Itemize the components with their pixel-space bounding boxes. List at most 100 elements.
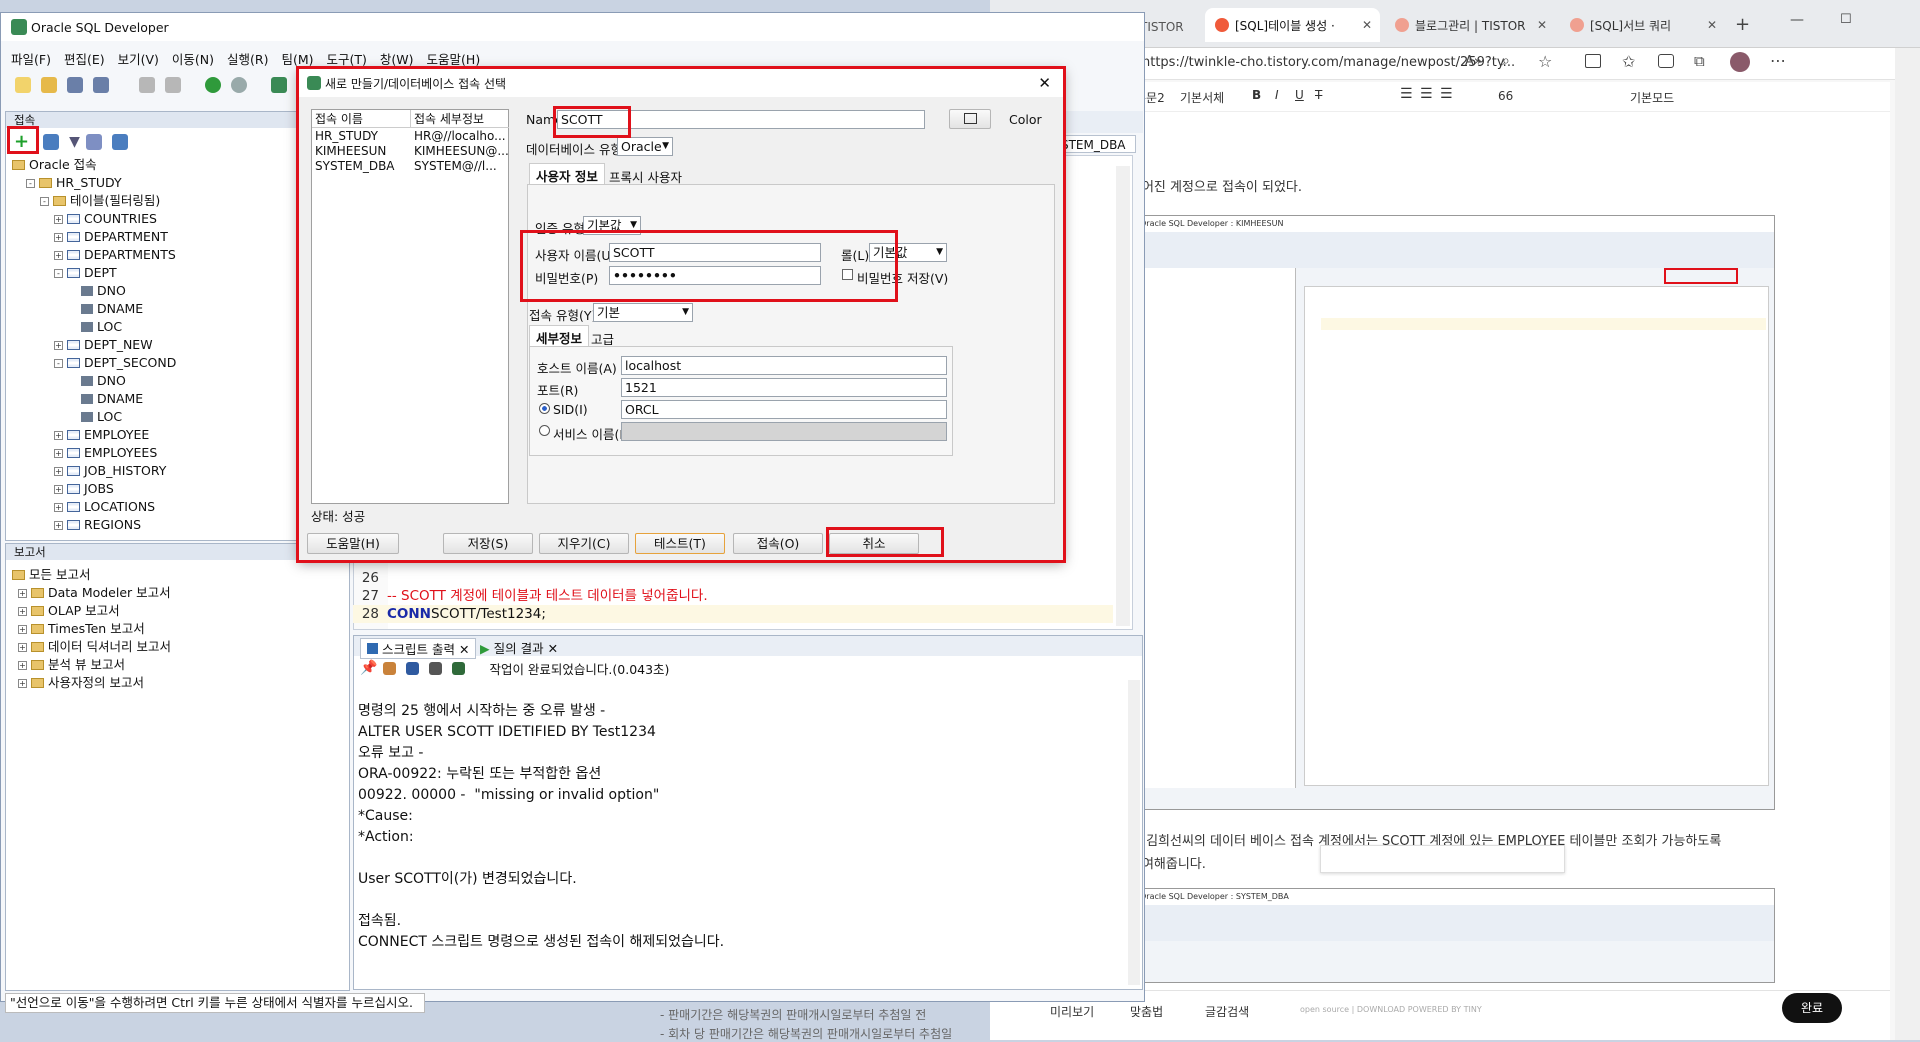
collections-icon[interactable] (1658, 54, 1674, 68)
menu-navigate[interactable]: 이동(N) (172, 49, 214, 68)
redo-icon[interactable] (165, 77, 181, 93)
font-family-select[interactable]: 기본서체 (1180, 89, 1224, 106)
report-node[interactable]: 모든 보고서 (12, 566, 347, 584)
underline-button[interactable]: U (1295, 88, 1304, 102)
favorites-icon[interactable]: ✩ (1622, 52, 1635, 71)
print-icon[interactable] (429, 661, 443, 675)
editor-scrollbar[interactable] (1116, 166, 1130, 626)
pin-icon[interactable]: 📌 (360, 660, 377, 676)
report-node[interactable]: + 데이터 딕셔너리 보고서 (12, 638, 347, 656)
expand-toggle-icon[interactable]: + (54, 232, 63, 242)
new-icon[interactable] (15, 77, 31, 93)
expand-toggle-icon[interactable]: + (54, 502, 63, 512)
output-scrollbar[interactable] (1128, 680, 1140, 985)
menu-edit[interactable]: 편집(E) (64, 49, 105, 68)
profile-avatar[interactable] (1730, 52, 1750, 72)
expand-toggle-icon[interactable]: + (54, 250, 63, 260)
export-icon[interactable] (452, 661, 466, 675)
expand-toggle-icon[interactable]: + (18, 642, 27, 652)
menu-run[interactable]: 실행(R) (227, 49, 268, 68)
maximize-icon[interactable]: ☐ (1840, 12, 1852, 27)
report-node[interactable]: + 분석 뷰 보고서 (12, 656, 347, 674)
filter-icon[interactable]: ▼ (69, 134, 80, 150)
tree-node-label: LOCATIONS (84, 499, 156, 514)
menu-window[interactable]: 창(W) (380, 49, 414, 68)
blog-text: 들어진 계정으로 접속이 되었다. (1130, 180, 1303, 195)
material-search-button[interactable]: 글감검색 (1205, 1003, 1249, 1020)
expand-toggle-icon[interactable]: + (18, 678, 27, 688)
read-aloud-icon[interactable]: A» (1465, 54, 1482, 69)
close-icon[interactable]: ✕ (1537, 18, 1547, 32)
expand-toggle-icon[interactable]: + (18, 624, 27, 634)
quote-button[interactable]: 66 (1498, 89, 1513, 103)
align-icon[interactable]: ☰ (1420, 86, 1433, 102)
report-node[interactable]: + OLAP 보고서 (12, 602, 347, 620)
menu-tools[interactable]: 도구(T) (327, 49, 367, 68)
report-node[interactable]: + TimesTen 보고서 (12, 620, 347, 638)
browser-tab[interactable]: 블로그관리 | TISTOR ✕ (1385, 8, 1555, 42)
save-icon[interactable] (67, 77, 83, 93)
browser-tab[interactable]: [SQL]서브 쿼리 ✕ (1560, 8, 1725, 42)
report-node[interactable]: + 사용자정의 보고서 (12, 674, 347, 692)
expand-toggle-icon[interactable]: + (54, 520, 63, 530)
minimize-icon[interactable]: — (1790, 12, 1804, 28)
embedded-screenshot-1[interactable]: Oracle SQL Developer : KIMHEESUN (1135, 215, 1775, 810)
output-line: 명령의 25 행에서 시작하는 중 오류 발생 - (358, 703, 606, 719)
menu-team[interactable]: 팀(M) (281, 49, 313, 68)
expand-toggle-icon[interactable]: + (54, 466, 63, 476)
bold-button[interactable]: B (1252, 88, 1261, 102)
schema-browser-icon[interactable] (85, 134, 102, 150)
back-icon[interactable] (205, 77, 221, 93)
strike-button[interactable]: T (1315, 88, 1322, 102)
expand-toggle-icon[interactable]: + (54, 484, 63, 494)
expand-toggle-icon[interactable]: + (54, 214, 63, 224)
editor-mode-select[interactable]: 기본모드 (1630, 89, 1674, 106)
italic-button[interactable]: I (1275, 88, 1279, 102)
save-output-icon[interactable] (406, 661, 420, 675)
expand-toggle-icon[interactable]: + (18, 660, 27, 670)
extensions-icon[interactable]: ⧉ (1694, 52, 1705, 70)
menu-view[interactable]: 보기(V) (118, 49, 159, 68)
zoom-icon[interactable]: ⌕ (1502, 53, 1510, 69)
close-icon[interactable]: ✕ (1707, 18, 1717, 32)
split-screen-icon[interactable] (1585, 54, 1601, 68)
favorite-star-icon[interactable]: ☆ (1538, 52, 1552, 71)
undo-icon[interactable] (139, 77, 155, 93)
tab-query-result[interactable]: ▶ 질의 결과 ✕ (474, 638, 564, 657)
browser-tab-partial[interactable]: TISTOR (1140, 12, 1200, 42)
tab-script-output[interactable]: 스크립트 출력 ✕ (360, 638, 477, 659)
preview-button[interactable]: 미리보기 (1050, 1003, 1094, 1020)
embedded-screenshot-2[interactable]: Oracle SQL Developer : SYSTEM_DBA (1135, 888, 1775, 983)
expand-toggle-icon[interactable]: + (54, 448, 63, 458)
output-panel: 스크립트 출력 ✕ ▶ 질의 결과 ✕ 📌 작업이 완료되었습니다.(0.043… (353, 635, 1143, 990)
browser-tab-active[interactable]: [SQL]테이블 생성 · ✕ (1205, 8, 1380, 42)
refresh-icon[interactable] (43, 134, 60, 150)
sql-worksheet-icon[interactable] (271, 77, 287, 93)
align-icon[interactable]: ☰ (1440, 86, 1453, 102)
expand-toggle-icon[interactable]: - (54, 268, 63, 278)
forward-icon[interactable] (231, 77, 247, 93)
more-menu-icon[interactable]: ⋯ (1770, 51, 1786, 70)
close-icon[interactable]: ✕ (1362, 18, 1372, 32)
expand-toggle-icon[interactable]: + (18, 588, 27, 598)
expand-toggle-icon[interactable]: - (54, 358, 63, 368)
done-button[interactable]: 완료 (1782, 993, 1842, 1023)
tree-node-label: 테이블(필터링됨) (70, 193, 161, 208)
url-field[interactable]: https://twinkle-cho.tistory.com/manage/n… (1142, 55, 1515, 70)
expand-toggle-icon[interactable]: - (26, 178, 35, 188)
align-icon[interactable]: ☰ (1400, 86, 1413, 102)
expand-toggle-icon[interactable]: + (54, 340, 63, 350)
expand-toggle-icon[interactable]: + (54, 430, 63, 440)
import-icon[interactable] (111, 134, 128, 150)
expand-toggle-icon[interactable]: - (40, 196, 49, 206)
spellcheck-button[interactable]: 맞춤법 (1130, 1003, 1163, 1020)
menu-help[interactable]: 도움말(H) (427, 49, 481, 68)
expand-toggle-icon[interactable]: + (18, 606, 27, 616)
menu-file[interactable]: 파일(F) (11, 49, 51, 68)
tree-node-label: DEPT (84, 265, 117, 280)
eraser-icon[interactable] (383, 661, 397, 675)
report-node[interactable]: + Data Modeler 보고서 (12, 584, 347, 602)
new-tab-icon[interactable]: + (1735, 14, 1750, 35)
open-icon[interactable] (41, 77, 57, 93)
save-all-icon[interactable] (93, 77, 109, 93)
